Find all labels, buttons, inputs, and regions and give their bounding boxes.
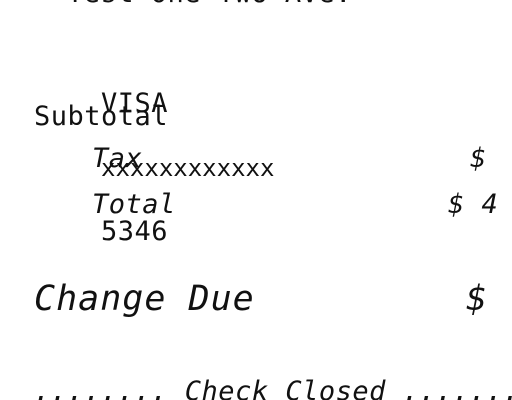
tax-label: Tax — [92, 143, 143, 174]
tax-value: $ — [470, 143, 487, 174]
total-label: Total — [92, 189, 176, 220]
change-due-value: $ — [466, 279, 489, 319]
total-value: $ 4 — [448, 189, 499, 220]
receipt: * Test One Two Ave. * VISA xxxxxxxxxxxx … — [0, 0, 512, 400]
change-due-label: Change Due — [34, 279, 255, 319]
store-address-line: * Test One Two Ave. * — [0, 0, 402, 10]
subtotal-label: Subtotal — [34, 101, 169, 132]
check-closed-line: ........ Check Closed ........ — [34, 376, 512, 400]
card-payment-line: VISA xxxxxxxxxxxx 5346 — [34, 56, 274, 280]
